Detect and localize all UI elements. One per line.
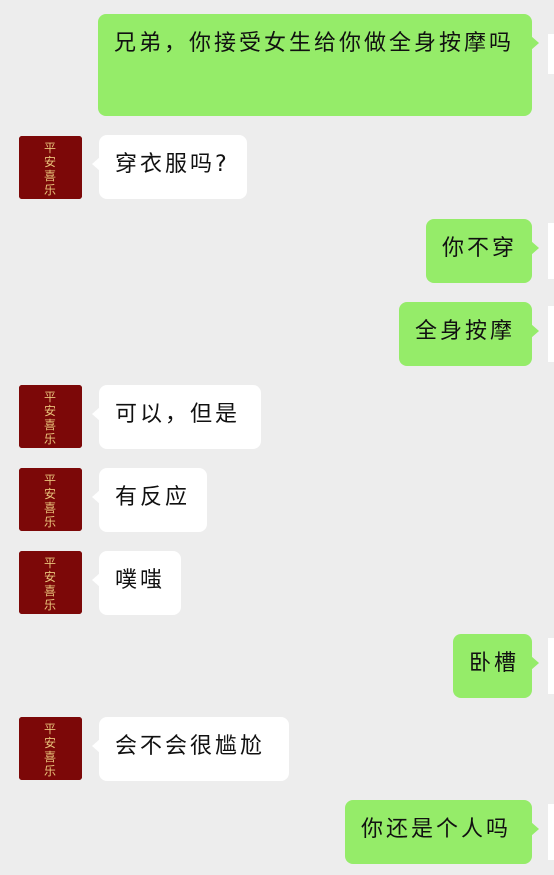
svg-text:平: 平 [44,722,56,736]
svg-text:乐: 乐 [44,432,56,446]
red-calligraphy-seal-icon: 平 安 喜 乐 [19,468,82,531]
contact-avatar[interactable]: 平 安 喜 乐 [19,385,82,448]
svg-text:安: 安 [44,154,56,169]
svg-text:喜: 喜 [44,418,56,432]
contact-avatar[interactable]: 平 安 喜 乐 [19,468,82,531]
svg-text:平: 平 [44,473,56,487]
svg-text:平: 平 [44,141,56,155]
screen-edge-strip [548,34,554,74]
screen-edge-strip [548,804,554,860]
svg-text:安: 安 [44,735,56,750]
svg-text:喜: 喜 [44,501,56,515]
chat-message-list: 兄弟，你接受女生给你做全身按摩吗 平 安 喜 乐 穿衣服吗? 你不穿 全身按摩 [0,0,554,875]
svg-text:乐: 乐 [44,515,56,529]
message-bubble-sent[interactable]: 卧槽 [453,634,539,698]
red-calligraphy-seal-icon: 平 安 喜 乐 [19,385,82,448]
message-bubble-received[interactable]: 噗嗤 [92,551,181,615]
message-bubble-sent[interactable]: 你不穿 [426,219,539,283]
red-calligraphy-seal-icon: 平 安 喜 乐 [19,551,82,614]
svg-text:乐: 乐 [44,183,56,197]
svg-text:平: 平 [44,556,56,570]
svg-text:乐: 乐 [44,764,56,778]
message-bubble-received[interactable]: 会不会很尴尬 [92,717,289,781]
svg-text:喜: 喜 [44,750,56,764]
message-bubble-sent[interactable]: 你还是个人吗 [345,800,539,864]
svg-text:喜: 喜 [44,584,56,598]
red-calligraphy-seal-icon: 平 安 喜 乐 [19,717,82,780]
message-bubble-sent[interactable]: 兄弟，你接受女生给你做全身按摩吗 [98,14,539,116]
svg-text:平: 平 [44,390,56,404]
svg-text:喜: 喜 [44,169,56,183]
screen-edge-strip [548,638,554,694]
message-bubble-received[interactable]: 穿衣服吗? [92,135,247,199]
svg-text:乐: 乐 [44,598,56,612]
screen-edge-strip [548,306,554,362]
message-bubble-sent[interactable]: 全身按摩 [399,302,539,366]
contact-avatar[interactable]: 平 安 喜 乐 [19,136,82,199]
svg-text:安: 安 [44,569,56,584]
contact-avatar[interactable]: 平 安 喜 乐 [19,551,82,614]
contact-avatar[interactable]: 平 安 喜 乐 [19,717,82,780]
screen-edge-strip [548,223,554,279]
message-bubble-received[interactable]: 有反应 [92,468,207,532]
red-calligraphy-seal-icon: 平 安 喜 乐 [19,136,82,199]
svg-text:安: 安 [44,403,56,418]
message-bubble-received[interactable]: 可以，但是 [92,385,261,449]
svg-text:安: 安 [44,486,56,501]
